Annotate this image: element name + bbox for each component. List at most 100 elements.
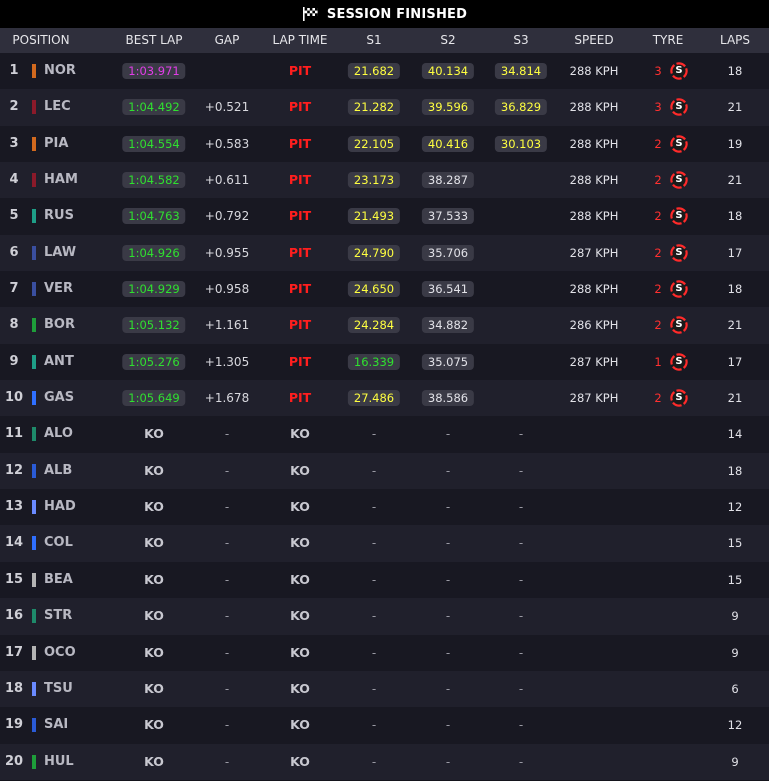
table-row[interactable]: 9 ANT 1:05.276 +1.305 PIT 16.339 35.075 287 KPH…	[0, 343, 769, 381]
team-color-bar	[32, 681, 36, 696]
sector-s1: -	[371, 681, 377, 696]
session-header: SESSION FINISHED	[0, 0, 769, 28]
sector-s3: -	[518, 645, 524, 660]
gap-value: -	[224, 681, 230, 696]
laps-count: 18	[727, 64, 743, 78]
table-row[interactable]: 1 NOR 1:03.971 PIT 21.682 40.134 34.814 288 KPH…	[0, 53, 769, 90]
best-lap: 1:04.926	[122, 244, 186, 261]
sector-s3: 36.829	[494, 99, 548, 116]
sector-s1: 16.339	[347, 353, 401, 370]
best-lap: 1:05.649	[122, 390, 186, 407]
driver-code: TSU	[44, 680, 73, 696]
sector-s2: -	[445, 536, 451, 551]
position-number: 9	[9, 353, 19, 369]
gap-value: +0.521	[204, 100, 250, 115]
best-lap: KO	[144, 535, 164, 551]
table-row[interactable]: 14 COL KO - KO - - - 15	[0, 525, 769, 562]
tyre-age: 3	[654, 64, 662, 78]
col-position[interactable]: POSITION	[12, 28, 69, 53]
col-s3[interactable]: S3	[513, 28, 528, 53]
table-row[interactable]: 17 OCO KO - KO - - - 9	[0, 634, 769, 671]
driver-code: BOR	[44, 317, 75, 333]
gap-value: -	[224, 427, 230, 442]
speed-value: 286 KPH	[569, 318, 619, 333]
speed-value: 287 KPH	[569, 391, 619, 406]
sector-s1: -	[371, 536, 377, 551]
table-row[interactable]: 12 ALB KO - KO - - - 18	[0, 452, 769, 490]
speed-value: 288 KPH	[569, 136, 619, 151]
col-gap[interactable]: GAP	[215, 28, 240, 53]
table-row[interactable]: 2 LEC 1:04.492 +0.521 PIT 21.282 39.596 36.829 2…	[0, 89, 769, 126]
best-lap: 1:05.132	[122, 317, 186, 334]
position-number: 18	[4, 680, 24, 696]
driver-code: RUS	[44, 208, 74, 224]
best-lap: 1:04.492	[122, 99, 186, 116]
driver-code: GAS	[44, 390, 75, 406]
table-row[interactable]: 13 HAD KO - KO - - - 12	[0, 489, 769, 526]
sector-s2: 37.533	[421, 208, 475, 225]
lap-time: PIT	[288, 244, 312, 260]
sector-s1: 27.486	[347, 390, 401, 407]
sector-s3: -	[518, 463, 524, 478]
table-row[interactable]: 18 TSU KO - KO - - - 6	[0, 670, 769, 708]
sector-s1: 24.790	[347, 244, 401, 261]
table-row[interactable]: 20 HUL KO - KO - - - 9	[0, 743, 769, 780]
lap-time: KO	[290, 753, 310, 769]
col-laps[interactable]: LAPS	[720, 28, 750, 53]
sector-s2: 34.882	[421, 317, 475, 334]
table-row[interactable]: 8 BOR 1:05.132 +1.161 PIT 24.284 34.882 286 KPH…	[0, 307, 769, 344]
sector-s3: -	[518, 500, 524, 515]
table-row[interactable]: 15 BEA KO - KO - - - 15	[0, 561, 769, 599]
team-color-bar	[32, 282, 36, 297]
col-s2[interactable]: S2	[440, 28, 455, 53]
sector-s2: 38.586	[421, 390, 475, 407]
sector-s2: -	[445, 645, 451, 660]
position-number: 13	[4, 499, 24, 515]
table-row[interactable]: 10 GAS 1:05.649 +1.678 PIT 27.486 38.586 287 KP…	[0, 380, 769, 417]
driver-code: HAM	[44, 172, 78, 188]
table-row[interactable]: 7 VER 1:04.929 +0.958 PIT 24.650 36.541 288 KPH…	[0, 271, 769, 308]
sector-s2: -	[445, 718, 451, 733]
position-number: 14	[4, 535, 24, 551]
col-best-lap[interactable]: BEST LAP	[126, 28, 183, 53]
col-tyre[interactable]: TYRE	[653, 28, 684, 53]
team-color-bar	[32, 572, 36, 587]
sector-s2: -	[445, 572, 451, 587]
gap-value: +0.958	[204, 282, 250, 297]
position-number: 8	[9, 317, 19, 333]
driver-code: COL	[44, 535, 73, 551]
tyre-compound: S	[675, 319, 683, 331]
laps-count: 14	[727, 427, 743, 442]
tyre-compound: S	[675, 210, 683, 222]
table-row[interactable]: 3 PIA 1:04.554 +0.583 PIT 22.105 40.416 30.103 2…	[0, 125, 769, 163]
col-s1[interactable]: S1	[366, 28, 381, 53]
lap-time: PIT	[288, 353, 312, 369]
gap-value: -	[224, 609, 230, 624]
soft-tyre-icon: S	[670, 316, 688, 335]
table-row[interactable]: 11 ALO KO - KO - - - 14	[0, 416, 769, 453]
table-row[interactable]: 16 STR KO - KO - - - 9	[0, 598, 769, 635]
sector-s2: 38.287	[421, 172, 475, 189]
sector-s1: -	[371, 427, 377, 442]
lap-time: PIT	[288, 317, 312, 333]
driver-code: LEC	[44, 99, 71, 115]
gap-value: +1.161	[204, 318, 250, 333]
lap-time: PIT	[288, 63, 312, 78]
laps-count: 9	[731, 754, 739, 769]
speed-value: 287 KPH	[569, 354, 619, 369]
table-row[interactable]: 5 RUS 1:04.763 +0.792 PIT 21.493 37.533 288 KPH…	[0, 198, 769, 235]
col-speed[interactable]: SPEED	[574, 28, 613, 53]
soft-tyre-icon: S	[670, 207, 688, 226]
position-number: 10	[4, 390, 24, 406]
laps-count: 21	[727, 173, 743, 188]
table-row[interactable]: 19 SAI KO - KO - - - 12	[0, 707, 769, 744]
gap-value: +0.583	[204, 136, 250, 151]
laps-count: 18	[727, 463, 743, 478]
position-number: 1	[9, 63, 19, 78]
sector-s1: 24.284	[347, 317, 401, 334]
col-lap-time[interactable]: LAP TIME	[272, 28, 327, 53]
table-row[interactable]: 4 HAM 1:04.582 +0.611 PIT 23.173 38.287 288 KPH…	[0, 162, 769, 199]
table-row[interactable]: 6 LAW 1:04.926 +0.955 PIT 24.790 35.706 287 KPH…	[0, 234, 769, 272]
gap-value: +0.955	[204, 245, 250, 260]
laps-count: 6	[731, 681, 739, 696]
